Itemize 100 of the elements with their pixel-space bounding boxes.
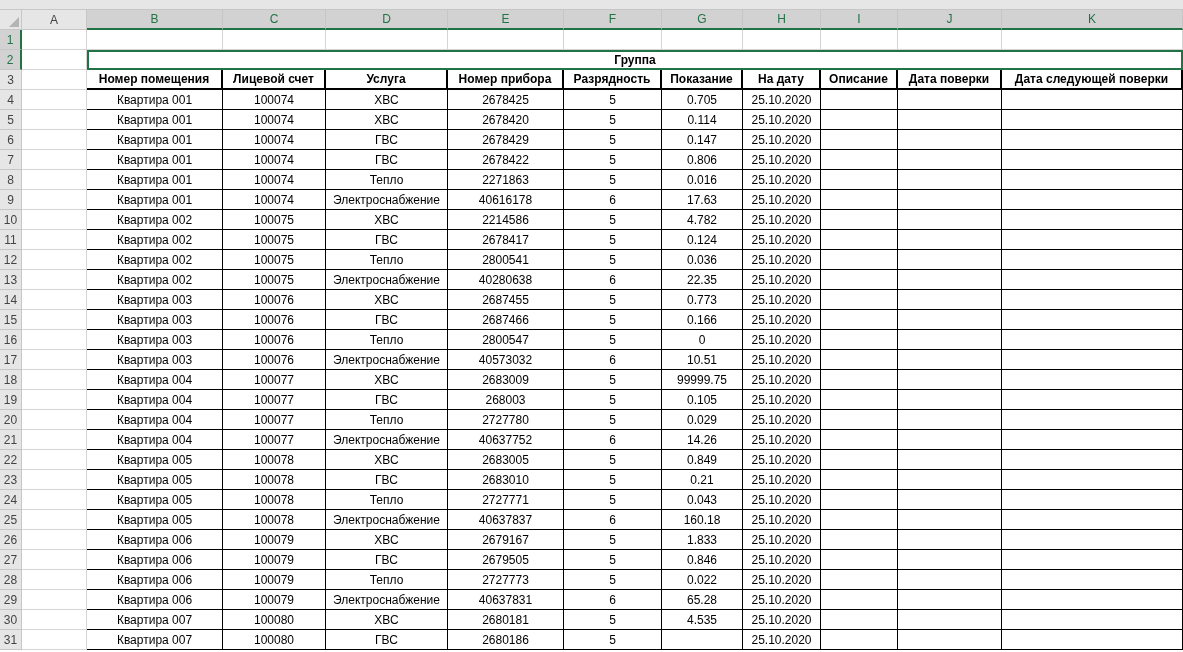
row-header[interactable]: 9	[0, 190, 22, 210]
table-cell: 100079	[223, 570, 326, 590]
table-cell: 0	[662, 330, 743, 350]
column-header[interactable]: D	[326, 10, 448, 30]
row-header[interactable]: 4	[0, 90, 22, 110]
row-header[interactable]: 6	[0, 130, 22, 150]
row-header[interactable]: 22	[0, 450, 22, 470]
table-cell: ГВС	[326, 630, 448, 650]
table-cell: Квартира 001	[87, 150, 223, 170]
table-cell: 5	[564, 470, 662, 490]
table-cell: 100078	[223, 490, 326, 510]
table-cell: Квартира 004	[87, 430, 223, 450]
table-cell: 0.036	[662, 250, 743, 270]
table-cell: 0.114	[662, 110, 743, 130]
row-header[interactable]: 11	[0, 230, 22, 250]
table-cell: Тепло	[326, 490, 448, 510]
column-header[interactable]: E	[448, 10, 564, 30]
column-header[interactable]: G	[662, 10, 743, 30]
row-header[interactable]: 18	[0, 370, 22, 390]
column-header[interactable]: K	[1002, 10, 1183, 30]
row-header[interactable]: 24	[0, 490, 22, 510]
table-cell: 5	[564, 370, 662, 390]
row-header[interactable]: 31	[0, 630, 22, 650]
table-cell: ХВС	[326, 450, 448, 470]
row-header[interactable]: 29	[0, 590, 22, 610]
table-cell: 100074	[223, 110, 326, 130]
column-title: Показание	[662, 70, 743, 90]
column-header[interactable]: H	[743, 10, 821, 30]
column-header[interactable]: B	[87, 10, 223, 30]
row-header[interactable]: 17	[0, 350, 22, 370]
table-cell: 2679167	[448, 530, 564, 550]
table-cell: Квартира 006	[87, 570, 223, 590]
table-cell: 100077	[223, 390, 326, 410]
table-cell: 5	[564, 250, 662, 270]
table-cell: Электроснабжение	[326, 510, 448, 530]
column-title: Описание	[821, 70, 898, 90]
column-title: Дата поверки	[898, 70, 1002, 90]
row-header[interactable]: 23	[0, 470, 22, 490]
table-cell: 25.10.2020	[743, 570, 821, 590]
row-header[interactable]: 14	[0, 290, 22, 310]
row-header[interactable]: 7	[0, 150, 22, 170]
column-title: Номер помещения	[87, 70, 223, 90]
table-cell: 5	[564, 150, 662, 170]
row-header[interactable]: 2	[0, 50, 22, 70]
table-cell: 1.833	[662, 530, 743, 550]
row-header[interactable]: 26	[0, 530, 22, 550]
column-header[interactable]: C	[223, 10, 326, 30]
table-cell: 25.10.2020	[743, 390, 821, 410]
table-cell: Тепло	[326, 570, 448, 590]
table-cell: 14.26	[662, 430, 743, 450]
table-cell: 100076	[223, 290, 326, 310]
select-all-corner[interactable]	[0, 10, 22, 30]
table-cell: Квартира 002	[87, 210, 223, 230]
row-header[interactable]: 12	[0, 250, 22, 270]
table-cell: 0.124	[662, 230, 743, 250]
row-header[interactable]: 19	[0, 390, 22, 410]
column-header[interactable]: J	[898, 10, 1002, 30]
table-cell: 4.782	[662, 210, 743, 230]
table-cell: Тепло	[326, 330, 448, 350]
table-cell: 2678417	[448, 230, 564, 250]
table-cell: 0.806	[662, 150, 743, 170]
row-header[interactable]: 21	[0, 430, 22, 450]
table-cell: 25.10.2020	[743, 130, 821, 150]
row-header[interactable]: 13	[0, 270, 22, 290]
table-cell: 25.10.2020	[743, 350, 821, 370]
row-header[interactable]: 30	[0, 610, 22, 630]
row-header[interactable]: 1	[0, 30, 22, 50]
row-header[interactable]: 27	[0, 550, 22, 570]
table-cell: 100076	[223, 310, 326, 330]
table-cell: 2680181	[448, 610, 564, 630]
group-title[interactable]: Группа	[87, 50, 1183, 70]
row-header[interactable]: 10	[0, 210, 22, 230]
row-header[interactable]: 15	[0, 310, 22, 330]
row-header[interactable]: 5	[0, 110, 22, 130]
row-header[interactable]: 20	[0, 410, 22, 430]
table-cell: 2800541	[448, 250, 564, 270]
column-title: На дату	[743, 70, 821, 90]
table-cell: 5	[564, 570, 662, 590]
table-cell: 5	[564, 610, 662, 630]
table-cell: ГВС	[326, 470, 448, 490]
table-cell: 6	[564, 510, 662, 530]
table-cell: 65.28	[662, 590, 743, 610]
table-cell: 6	[564, 350, 662, 370]
table-cell: 100078	[223, 470, 326, 490]
column-header[interactable]: A	[22, 10, 87, 30]
table-cell: 5	[564, 630, 662, 650]
table-cell: ХВС	[326, 610, 448, 630]
table-cell: Электроснабжение	[326, 350, 448, 370]
row-header[interactable]: 3	[0, 70, 22, 90]
column-header[interactable]: I	[821, 10, 898, 30]
row-header[interactable]: 25	[0, 510, 22, 530]
table-cell: 5	[564, 530, 662, 550]
column-header[interactable]: F	[564, 10, 662, 30]
row-header[interactable]: 16	[0, 330, 22, 350]
table-cell: 2683010	[448, 470, 564, 490]
table-cell: 25.10.2020	[743, 190, 821, 210]
row-header[interactable]: 8	[0, 170, 22, 190]
table-cell: 40573032	[448, 350, 564, 370]
table-cell: 100080	[223, 610, 326, 630]
row-header[interactable]: 28	[0, 570, 22, 590]
